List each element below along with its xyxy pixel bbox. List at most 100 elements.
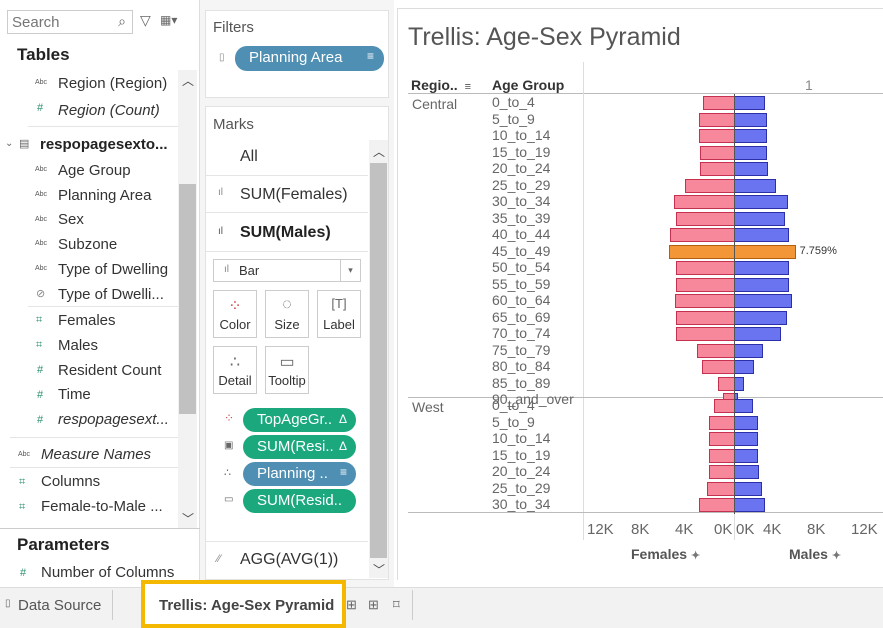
- age-group-label: 0_to_4: [492, 397, 535, 413]
- female-bar[interactable]: [698, 112, 734, 127]
- female-bar[interactable]: [674, 294, 734, 308]
- female-bar[interactable]: [708, 432, 734, 446]
- female-bar[interactable]: [703, 96, 734, 110]
- new-worksheet-icon[interactable]: ⊞: [346, 597, 357, 613]
- female-bar[interactable]: [708, 415, 734, 430]
- age-group-label: 75_to_79: [492, 341, 551, 358]
- age-group-label: 65_to_69: [492, 308, 551, 325]
- filter-icon[interactable]: ▽: [140, 12, 151, 29]
- female-bar[interactable]: [670, 228, 734, 242]
- female-bar[interactable]: [699, 162, 734, 176]
- female-bar[interactable]: [708, 465, 734, 479]
- age-group-label: 45_to_49: [492, 242, 551, 259]
- male-bar[interactable]: [734, 112, 767, 127]
- age-group-label: 55_to_59: [492, 275, 551, 292]
- male-bar[interactable]: [734, 498, 765, 512]
- female-bar[interactable]: [696, 343, 734, 358]
- scroll-down-arrow-icon[interactable]: ﹀: [373, 561, 385, 578]
- female-bar[interactable]: [717, 376, 734, 391]
- line-chart-icon: ⁄⁄: [217, 553, 221, 565]
- age-group-label: 0_to_4: [492, 94, 535, 110]
- highlight-data-label: 7.759%: [799, 244, 837, 257]
- female-bar[interactable]: [714, 399, 734, 413]
- male-bar[interactable]: [734, 129, 767, 143]
- tab-data-source[interactable]: Data Source: [18, 597, 101, 614]
- male-bar[interactable]: [734, 415, 759, 430]
- age-group-label: 80_to_84: [492, 358, 551, 374]
- age-group-label: 85_to_89: [492, 374, 551, 391]
- age-group-label: 20_to_24: [492, 160, 551, 176]
- female-bar[interactable]: [699, 145, 734, 160]
- age-group-label: 5_to_9: [492, 110, 535, 127]
- axis-title-males[interactable]: Males ✦: [789, 546, 841, 562]
- new-story-icon[interactable]: ⌑: [393, 597, 400, 613]
- tab-divider: [112, 590, 113, 620]
- filter-field-icon: ▯: [219, 52, 225, 63]
- female-bar[interactable]: [675, 327, 734, 341]
- male-bar[interactable]: [734, 481, 762, 496]
- male-bar[interactable]: [734, 448, 759, 463]
- age-group-label: 35_to_39: [492, 209, 551, 226]
- female-bar[interactable]: [708, 448, 734, 463]
- string-type-icon: Abc: [35, 79, 48, 86]
- search-input[interactable]: [12, 12, 108, 32]
- male-bar[interactable]: [734, 310, 787, 325]
- male-bar[interactable]: [734, 465, 760, 479]
- view-options-icon[interactable]: ▦▾: [160, 13, 177, 27]
- axis-title-females[interactable]: Females ✦: [631, 546, 700, 562]
- female-bar[interactable]: [684, 178, 734, 193]
- female-bar[interactable]: [675, 211, 734, 226]
- tab-sheet-active[interactable]: Trellis: Age-Sex Pyramid: [141, 580, 346, 628]
- male-bar[interactable]: [734, 145, 767, 160]
- parameter-number-of-columns[interactable]: Number of Columns: [41, 564, 174, 581]
- age-group-label: 70_to_74: [492, 325, 551, 341]
- filter-pill-planning-area[interactable]: Planning Area ≡: [235, 46, 384, 71]
- male-bar[interactable]: [734, 96, 765, 110]
- male-bar[interactable]: [734, 162, 769, 176]
- search-box[interactable]: ⌕: [7, 10, 133, 34]
- col-header-region[interactable]: Regio.. ≡: [411, 77, 471, 93]
- male-bar[interactable]: [734, 343, 763, 358]
- male-bar[interactable]: [734, 228, 789, 242]
- male-bar[interactable]: [734, 399, 753, 413]
- age-group-label: 10_to_14: [492, 127, 551, 143]
- axis-tick-label: 0K: [714, 521, 733, 538]
- male-bar[interactable]: [734, 376, 744, 391]
- axis-tick-label: 0K: [736, 521, 755, 538]
- male-bar[interactable]: [734, 178, 776, 193]
- female-bar[interactable]: [698, 129, 734, 143]
- female-bar[interactable]: [706, 481, 734, 496]
- age-group-label: 25_to_29: [492, 479, 551, 496]
- male-bar[interactable]: [734, 294, 793, 308]
- zero-axis-line: [734, 94, 735, 514]
- male-bar[interactable]: [734, 211, 785, 226]
- field-region-region[interactable]: Region (Region): [58, 75, 167, 92]
- female-bar[interactable]: [698, 498, 734, 512]
- tab-divider: [412, 590, 413, 620]
- col-header-age-group[interactable]: Age Group: [492, 77, 564, 93]
- male-bar[interactable]: [734, 261, 789, 275]
- data-source-icon: ▯: [5, 598, 11, 609]
- female-bar[interactable]: [675, 277, 734, 292]
- female-bar[interactable]: [702, 360, 734, 374]
- female-bar[interactable]: [675, 310, 734, 325]
- male-bar[interactable]: [734, 327, 782, 341]
- age-group-label: 50_to_54: [492, 259, 551, 275]
- marks-card-agg-avg[interactable]: AGG(AVG(1)): [240, 551, 338, 569]
- new-dashboard-icon[interactable]: ⊞: [368, 597, 379, 613]
- female-bar[interactable]: [669, 244, 734, 259]
- age-group-label: 25_to_29: [492, 176, 551, 193]
- age-group-label: 10_to_14: [492, 430, 551, 446]
- female-bar[interactable]: [675, 261, 734, 275]
- sort-icon[interactable]: ≡: [465, 81, 471, 93]
- scroll-up-arrow-icon[interactable]: ︿: [182, 72, 194, 89]
- age-group-label: 60_to_64: [492, 292, 551, 308]
- male-bar[interactable]: [734, 432, 759, 446]
- header-divider: [408, 93, 883, 94]
- search-icon[interactable]: ⌕: [118, 13, 126, 30]
- male-bar[interactable]: [734, 277, 789, 292]
- male-bar[interactable]: [734, 195, 788, 209]
- female-bar[interactable]: [673, 195, 734, 209]
- male-bar[interactable]: [734, 360, 754, 374]
- male-bar[interactable]: [734, 244, 796, 259]
